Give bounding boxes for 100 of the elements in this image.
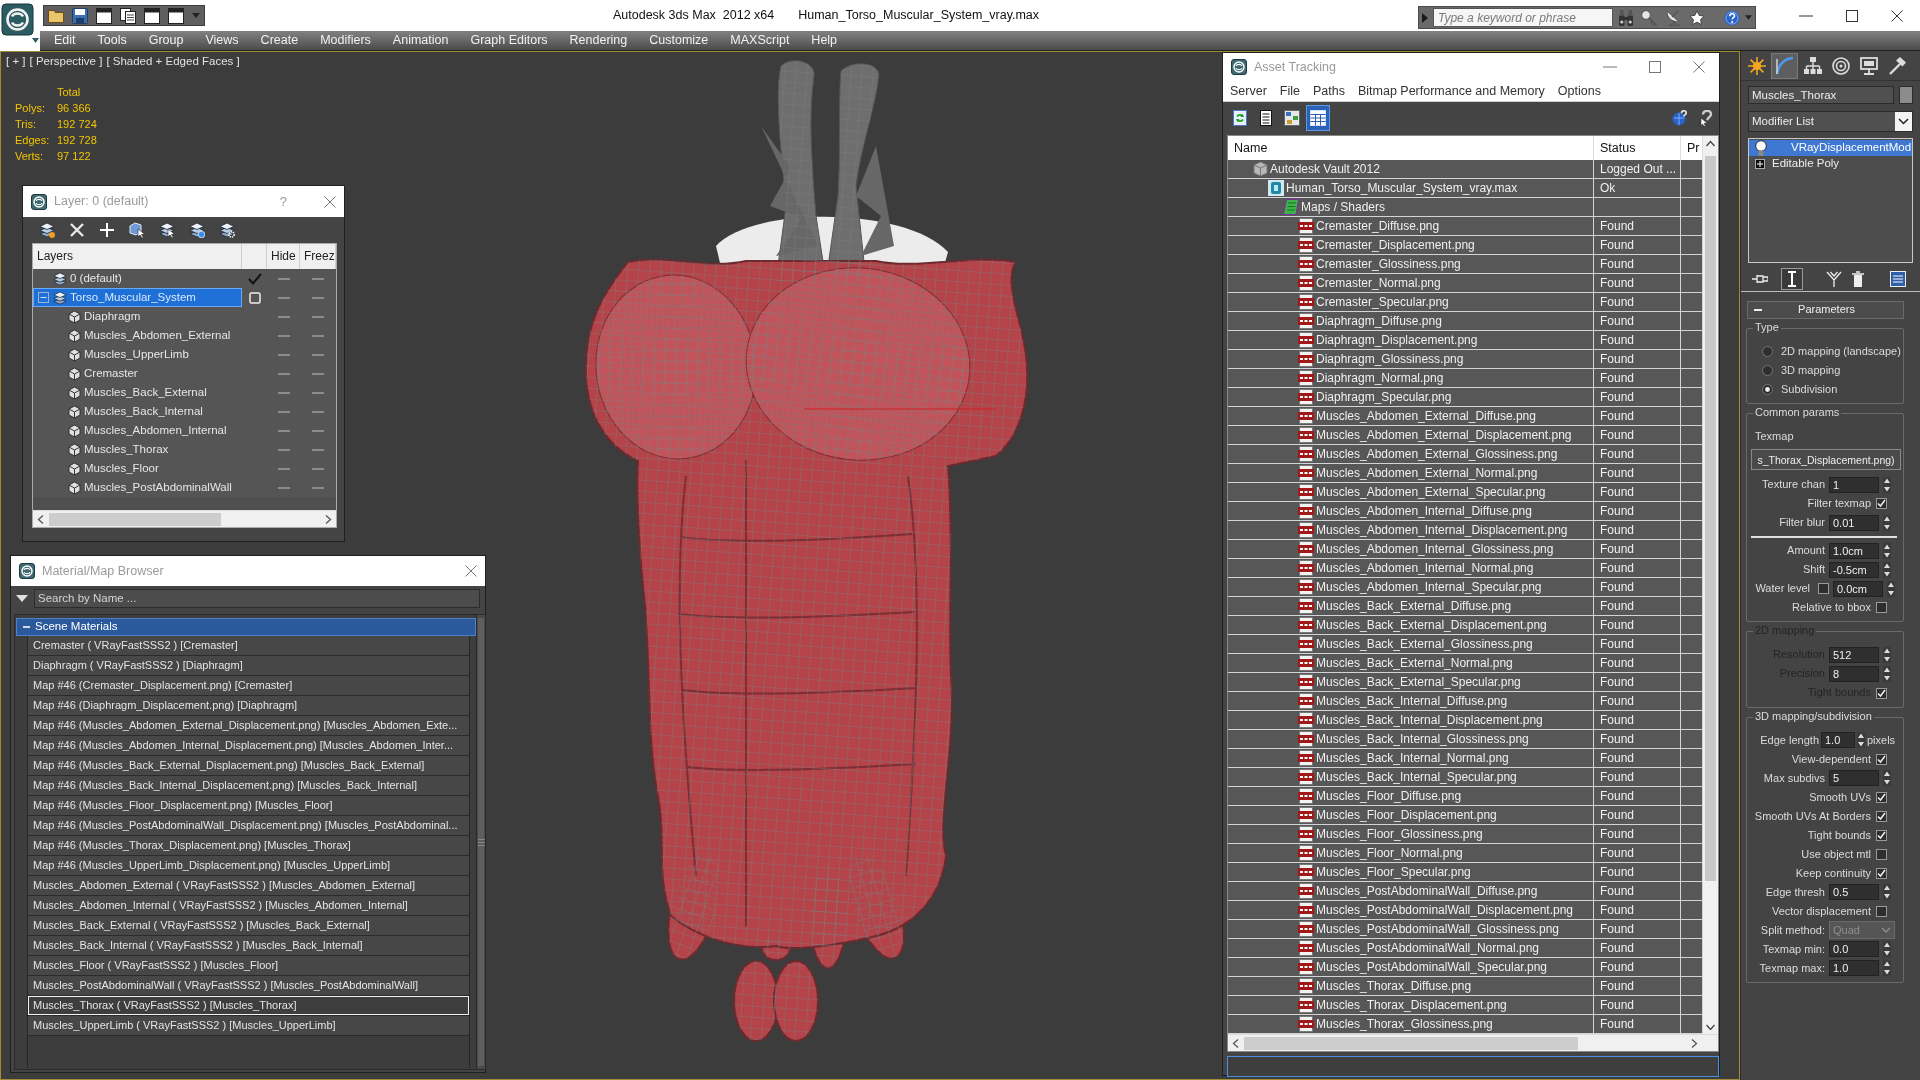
asset-row[interactable]: Muscles_Abdomen_External_Normal.png Found <box>1228 464 1703 483</box>
binoculars-icon[interactable] <box>1618 9 1634 26</box>
asset-row[interactable]: Muscles_Abdomen_External_Specular.png Found <box>1228 483 1703 502</box>
scrollbar-thumb[interactable] <box>1705 156 1716 881</box>
spinner-field[interactable]: 0.5 <box>1829 884 1879 901</box>
expand-triangle-icon[interactable] <box>1422 12 1428 23</box>
maximize-icon[interactable] <box>1846 9 1858 22</box>
material-item[interactable]: Map #46 (Muscles_Back_External_Displacement.png) [Muscles_Back_External] <box>28 756 469 776</box>
checkbox[interactable] <box>1876 810 1887 822</box>
material-item[interactable]: Muscles_PostAbdominalWall ( VRayFastSSS2 ) [Muscles_PostAbdominalWall] <box>28 976 469 996</box>
checkbox[interactable] <box>1818 583 1829 595</box>
asset-row[interactable]: Diaphragm_Specular.png Found <box>1228 388 1703 407</box>
spinner-arrows-icon[interactable] <box>1887 580 1895 597</box>
spinner-field[interactable]: 5 <box>1829 770 1879 787</box>
spinner-arrows-icon[interactable] <box>1883 884 1891 901</box>
asset-row[interactable]: Muscles_Abdomen_Internal_Displacement.png Found <box>1228 521 1703 540</box>
square-icon[interactable] <box>248 291 261 304</box>
menu-item[interactable]: Modifiers <box>320 33 371 48</box>
search-field[interactable]: Search by Name ... <box>34 588 480 608</box>
checkbox[interactable] <box>1876 498 1887 510</box>
layer-gear-icon[interactable] <box>219 222 235 238</box>
documents-icon[interactable] <box>120 7 136 24</box>
spinner-field[interactable]: 1.0 <box>1829 960 1879 977</box>
dropdown-triangle-icon[interactable] <box>16 594 28 602</box>
asset-row[interactable]: Muscles_Abdomen_External_Glossiness.png Found <box>1228 445 1703 464</box>
menu-item[interactable]: Paths <box>1313 83 1345 99</box>
asset-row[interactable]: Cremaster_Diffuse.png Found <box>1228 217 1703 236</box>
layer-cursor-icon[interactable] <box>159 222 175 238</box>
caret-icon[interactable] <box>192 13 200 18</box>
window-icon[interactable] <box>168 7 184 24</box>
menu-item[interactable]: Help <box>811 33 838 48</box>
asset-row[interactable]: Muscles_Back_Internal_Displacement.png Found <box>1228 711 1703 730</box>
asset-row[interactable]: Muscles_Back_Internal_Normal.png Found <box>1228 749 1703 768</box>
chevron-down-icon[interactable] <box>1706 1023 1715 1030</box>
asset-row[interactable]: Muscles_PostAbdominalWall_Specular.png Found <box>1228 958 1703 977</box>
viewport-label[interactable]: [ Perspective ] <box>29 55 103 69</box>
modifier-stack-item[interactable]: Editable Poly <box>1749 156 1912 172</box>
chevron-up-icon[interactable] <box>1706 140 1715 147</box>
material-item[interactable]: Map #46 (Muscles_Thorax_Displacement.png) [Muscles_Thorax] <box>28 836 469 856</box>
asset-row[interactable]: Muscles_Back_External_Specular.png Found <box>1228 673 1703 692</box>
asset-row[interactable]: Muscles_Back_External_Diffuse.png Found <box>1228 597 1703 616</box>
help-globe-icon[interactable] <box>1672 110 1687 126</box>
asset-row[interactable]: Muscles_PostAbdominalWall_Diffuse.png Found <box>1228 882 1703 901</box>
menu-item[interactable]: Options <box>1557 83 1601 99</box>
menu-item[interactable]: Tools <box>97 33 127 48</box>
layer-dot-icon[interactable] <box>189 222 205 238</box>
asset-row[interactable]: Muscles_PostAbdominalWall_Displacement.png Found <box>1228 901 1703 920</box>
menu-item[interactable]: Create <box>260 33 299 48</box>
asset-row[interactable]: Muscles_Back_Internal_Glossiness.png Found <box>1228 730 1703 749</box>
spinner-arrows-icon[interactable] <box>1883 542 1891 559</box>
material-item[interactable]: Map #46 (Diaphragm_Displacement.png) [Diaphragm] <box>28 696 469 716</box>
material-item[interactable]: Muscles_Floor ( VRayFastSSS2 ) [Muscles_Floor] <box>28 956 469 976</box>
menu-item[interactable]: Rendering <box>569 33 628 48</box>
asset-row[interactable]: Diaphragm_Glossiness.png Found <box>1228 350 1703 369</box>
scrollbar-thumb[interactable] <box>49 512 221 526</box>
material-item[interactable]: Map #46 (Muscles_Floor_Displacement.png) [Muscles_Floor] <box>28 796 469 816</box>
scrollbar-thumb[interactable] <box>1244 1036 1578 1050</box>
spinner-arrows-icon[interactable] <box>1883 770 1891 787</box>
material-item[interactable]: Muscles_UpperLimb ( VRayFastSSS2 ) [Muscles_UpperLimb] <box>28 1016 469 1036</box>
search-field[interactable]: Type a keyword or phrase <box>1433 8 1613 27</box>
asset-row[interactable]: Cremaster_Normal.png Found <box>1228 274 1703 293</box>
spinner-field[interactable]: 1 <box>1829 476 1879 493</box>
asset-row[interactable]: Muscles_Abdomen_Internal_Specular.png Found <box>1228 578 1703 597</box>
checkbox[interactable] <box>1876 602 1887 614</box>
spinner-field[interactable]: 0.0 <box>1829 941 1879 958</box>
window-icon[interactable] <box>144 7 160 24</box>
asset-row[interactable]: Muscles_Abdomen_Internal_Diffuse.png Found <box>1228 502 1703 521</box>
star-icon[interactable] <box>1689 9 1705 26</box>
checkbox[interactable] <box>1876 867 1887 879</box>
close-icon[interactable] <box>1891 9 1903 22</box>
asset-row[interactable]: Diaphragm_Normal.png Found <box>1228 369 1703 388</box>
menu-item[interactable]: Edit <box>54 33 76 48</box>
check-icon[interactable] <box>247 272 262 285</box>
asset-row[interactable]: Muscles_Floor_Specular.png Found <box>1228 863 1703 882</box>
checkbox[interactable] <box>1876 848 1887 860</box>
folder-icon[interactable] <box>48 7 64 24</box>
radio-button[interactable] <box>1762 346 1773 358</box>
expand-icon[interactable] <box>1755 159 1765 169</box>
rollout-header[interactable]: Parameters <box>1747 301 1904 319</box>
material-item[interactable]: Map #46 (Muscles_Back_Internal_Displacement.png) [Muscles_Back_Internal] <box>28 776 469 796</box>
spinner-arrows-icon[interactable] <box>1883 941 1891 958</box>
spinner-field[interactable]: 0.01 <box>1829 514 1879 531</box>
material-item[interactable]: Map #46 (Muscles_Abdomen_Internal_Displacement.png) [Muscles_Abdomen_Inter... <box>28 736 469 756</box>
asset-row[interactable]: Muscles_Abdomen_Internal_Glossiness.png Found <box>1228 540 1703 559</box>
asset-row[interactable]: Diaphragm_Displacement.png Found <box>1228 331 1703 350</box>
asset-row[interactable]: Autodesk Vault 2012 Logged Out ... <box>1228 160 1703 179</box>
collapse-icon[interactable] <box>38 292 49 303</box>
command-panel-tab[interactable] <box>1771 53 1798 79</box>
material-item[interactable]: Map #46 (Cremaster_Displacement.png) [Cremaster] <box>28 676 469 696</box>
material-item[interactable]: Muscles_Thorax ( VRayFastSSS2 ) [Muscles_Thorax] <box>28 996 469 1016</box>
spinner-arrows-icon[interactable] <box>1857 732 1865 749</box>
horizontal-scrollbar[interactable] <box>1228 1034 1718 1051</box>
chevron-right-icon[interactable] <box>1690 1038 1698 1048</box>
material-item[interactable]: Muscles_Back_External ( VRayFastSSS2 ) [Muscles_Back_External] <box>28 916 469 936</box>
radio-button[interactable] <box>1762 384 1773 396</box>
radio-button[interactable] <box>1762 365 1773 377</box>
caret-icon[interactable] <box>1745 15 1752 20</box>
asset-row[interactable]: Muscles_Abdomen_Internal_Normal.png Found <box>1228 559 1703 578</box>
help-cursor-icon[interactable] <box>1699 110 1715 126</box>
texture-map-button[interactable]: s_Thorax_Displacement.png) <box>1751 449 1901 471</box>
